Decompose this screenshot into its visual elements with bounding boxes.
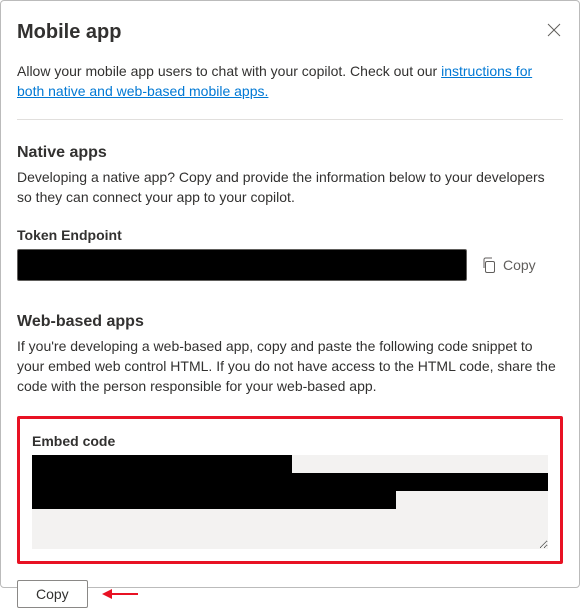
close-button[interactable] — [545, 21, 563, 42]
embed-code-highlight-box: Embed code — [17, 416, 563, 564]
panel-title: Mobile app — [17, 21, 121, 44]
copy-token-button[interactable]: Copy — [481, 257, 536, 273]
embed-code-label: Embed code — [32, 433, 548, 449]
close-icon — [547, 23, 561, 37]
intro-prefix: Allow your mobile app users to chat with… — [17, 63, 441, 79]
copy-token-label: Copy — [503, 257, 536, 273]
token-endpoint-input[interactable] — [17, 249, 467, 281]
native-apps-title: Native apps — [17, 144, 563, 162]
redacted-content — [32, 455, 292, 473]
mobile-app-panel: Mobile app Allow your mobile app users t… — [0, 0, 580, 588]
panel-header: Mobile app — [17, 21, 563, 44]
redacted-content — [32, 473, 548, 491]
token-row: Copy — [17, 249, 563, 281]
divider — [17, 119, 563, 120]
copy-embed-button[interactable]: Copy — [17, 580, 88, 608]
redacted-content — [32, 491, 396, 509]
native-apps-desc: Developing a native app? Copy and provid… — [17, 168, 563, 207]
token-endpoint-label: Token Endpoint — [17, 227, 563, 243]
copy-icon — [481, 257, 497, 273]
web-apps-title: Web-based apps — [17, 313, 563, 331]
intro-text: Allow your mobile app users to chat with… — [17, 62, 563, 101]
copy-button-row: Copy — [17, 580, 563, 608]
embed-code-textarea[interactable] — [32, 455, 548, 549]
web-apps-desc: If you're developing a web-based app, co… — [17, 337, 563, 396]
